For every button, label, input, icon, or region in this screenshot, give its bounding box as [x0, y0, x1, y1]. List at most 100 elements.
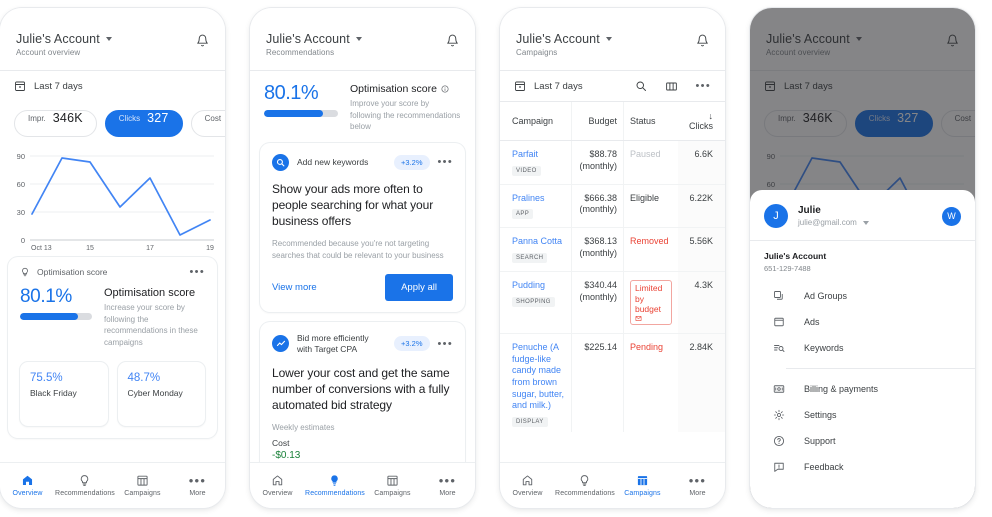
nav-item-overview[interactable]: Overview: [0, 474, 55, 497]
nav-item-campaigns[interactable]: Campaigns: [115, 474, 170, 497]
budget-period: (monthly): [579, 291, 617, 302]
appbar-subtitle: Account overview: [16, 48, 81, 57]
nav-label: Recommendations: [55, 490, 115, 497]
nav-label: Recommendations: [305, 490, 365, 497]
account-id: 651-129-7488: [764, 264, 811, 273]
metric-value: 346K: [52, 110, 83, 125]
score-uplift-badge: +3.2%: [394, 336, 430, 352]
notifications-bell-icon[interactable]: [196, 34, 209, 47]
more-horizontal-icon[interactable]: •••: [190, 267, 205, 278]
more-horizontal-icon[interactable]: •••: [438, 338, 453, 349]
nav-label: Campaigns: [374, 490, 411, 497]
menu-item-ad-groups[interactable]: Ad Groups: [750, 283, 975, 309]
campaign-name-link[interactable]: Pralines: [512, 193, 565, 205]
table-header-row: Campaign Budget Status ↓ Clicks: [500, 102, 725, 141]
nav-label: Recommendations: [555, 490, 615, 497]
chevron-down-icon: [105, 37, 112, 41]
metric-pill-cost[interactable]: Cost $: [190, 109, 225, 137]
column-header-clicks[interactable]: ↓ Clicks: [677, 102, 725, 141]
optimisation-score-progressbar: [20, 313, 92, 320]
menu-item-settings[interactable]: Settings: [750, 402, 975, 428]
more-horizontal-icon[interactable]: •••: [438, 157, 453, 168]
home-icon: [271, 474, 284, 487]
campaign-score-name: Cyber Monday: [127, 388, 183, 399]
column-header-budget[interactable]: Budget: [571, 102, 624, 141]
menu-item-billing-payments[interactable]: Billing & payments: [750, 376, 975, 402]
campaign-name-link[interactable]: Panna Cotta: [512, 236, 565, 248]
nav-item-overview[interactable]: Overview: [250, 474, 305, 497]
metric-pill-impressions[interactable]: Impr. 346K: [14, 109, 97, 137]
campaign-name-link[interactable]: Pudding: [512, 280, 565, 292]
menu-item-keywords[interactable]: Keywords: [750, 335, 975, 361]
nav-label: Campaigns: [124, 490, 161, 497]
table-row[interactable]: Pralines APP $666.38 (monthly) Eligible 6.…: [500, 184, 725, 229]
apply-all-button[interactable]: Apply all: [385, 273, 453, 301]
view-more-link[interactable]: View more: [272, 282, 317, 293]
notifications-bell-icon[interactable]: [696, 34, 709, 47]
trending-up-circle-icon: [272, 335, 289, 353]
campaign-name-link[interactable]: Parfait: [512, 149, 565, 161]
menu-item-feedback[interactable]: Feedback: [750, 454, 975, 480]
nav-item-recommendations[interactable]: Recommendations: [55, 474, 115, 497]
metric-pills-overview: Impr. 346K Clicks 327 Cost $: [0, 101, 225, 139]
nav-item-recommendations[interactable]: Recommendations: [305, 474, 365, 497]
nav-item-more[interactable]: ••• More: [670, 474, 725, 497]
table-row[interactable]: Parfait VIDEO $88.78 (monthly) Paused 6.6K: [500, 140, 725, 185]
campaign-name-link[interactable]: Penuche (A fudge-like candy made from br…: [512, 342, 565, 412]
nav-label: Overview: [512, 490, 543, 497]
recommendation-card-add-keywords[interactable]: Add new keywords +3.2% ••• Show your ads…: [260, 142, 465, 312]
calendar-icon[interactable]: [514, 80, 526, 92]
recommendation-kicker: Add new keywords: [297, 156, 369, 167]
secondary-avatar[interactable]: W: [942, 206, 961, 226]
budget-period: (monthly): [579, 248, 617, 259]
score-uplift-badge: +3.2%: [394, 154, 430, 170]
campaign-score-card-black-friday[interactable]: 75.5% Black Friday: [20, 362, 108, 426]
campaigns-table-scroll[interactable]: Campaign Budget Status ↓ Clicks Parfait V…: [500, 102, 725, 432]
table-row[interactable]: Pudding SHOPPING $340.44 (monthly) Limited…: [500, 271, 725, 334]
drawer-user-row[interactable]: J Julie julie@gmail.com W: [750, 192, 975, 240]
date-range-label[interactable]: Last 7 days: [534, 81, 583, 92]
notifications-bell-icon[interactable]: [446, 34, 459, 47]
svg-text:19: 19: [206, 245, 214, 251]
chart-x-ticks: Oct 13 15 17 19: [31, 245, 214, 251]
optimisation-score-card[interactable]: Optimisation score ••• 80.1% Optimisatio…: [8, 257, 217, 439]
budget-amount: $340.44: [584, 280, 617, 291]
billing-card-icon: [772, 383, 786, 395]
table-row[interactable]: Penuche (A fudge-like candy made from br…: [500, 333, 725, 432]
menu-item-support[interactable]: Support: [750, 428, 975, 454]
campaign-score-card-cyber-monday[interactable]: 48.7% Cyber Monday: [118, 362, 206, 426]
chevron-down-icon[interactable]: [862, 220, 869, 225]
nav-item-campaigns[interactable]: Campaigns: [365, 474, 420, 497]
search-icon[interactable]: [635, 80, 647, 92]
campaign-score-subcards: 75.5% Black Friday 48.7% Cyber Monday: [20, 362, 205, 426]
more-horizontal-icon[interactable]: •••: [696, 81, 711, 92]
info-circle-icon[interactable]: [441, 85, 449, 93]
date-range-row[interactable]: Last 7 days: [0, 71, 225, 101]
nav-item-recommendations[interactable]: Recommendations: [555, 474, 615, 497]
clicks-line-chart: 90 60 30 0 Oct 13 15 17 19: [0, 139, 225, 251]
metric-pill-clicks[interactable]: Clicks 327: [104, 109, 183, 137]
drawer-account-info[interactable]: Julie's Account 651-129-7488: [750, 241, 975, 281]
account-switcher[interactable]: Julie's Account Account overview: [16, 32, 112, 57]
account-switcher[interactable]: Julie's Account Campaigns: [516, 32, 612, 57]
campaign-score-percent: 48.7%: [127, 372, 161, 385]
budget-amount: $368.13: [584, 236, 617, 247]
table-row[interactable]: Panna Cotta SEARCH $368.13 (monthly) Remov…: [500, 227, 725, 273]
column-header-status[interactable]: Status: [623, 102, 678, 141]
recommendation-headline: Show your ads more often to people searc…: [272, 181, 434, 229]
account-title: Julie's Account: [16, 32, 100, 46]
status-badge-limited-by-budget[interactable]: Limited by budget: [629, 280, 672, 325]
nav-item-campaigns[interactable]: Campaigns: [615, 474, 670, 497]
nav-item-overview[interactable]: Overview: [500, 474, 555, 497]
account-switcher[interactable]: Julie's Account Recommendations: [266, 32, 362, 57]
feedback-icon: [772, 461, 786, 473]
menu-item-ads[interactable]: Ads: [750, 309, 975, 335]
recommendation-card-header: Bid more efficiently with Target CPA +3.…: [272, 333, 453, 355]
clicks-value: 6.22K: [677, 184, 725, 229]
bottom-navigation-campaigns: Overview Recommendations Campaigns ••• M…: [500, 462, 725, 508]
columns-icon[interactable]: [665, 80, 678, 93]
column-header-campaign[interactable]: Campaign: [500, 102, 572, 141]
nav-item-more[interactable]: ••• More: [170, 474, 225, 497]
nav-item-more[interactable]: ••• More: [420, 474, 475, 497]
recommendation-card-actions: View more Apply all: [272, 273, 453, 301]
